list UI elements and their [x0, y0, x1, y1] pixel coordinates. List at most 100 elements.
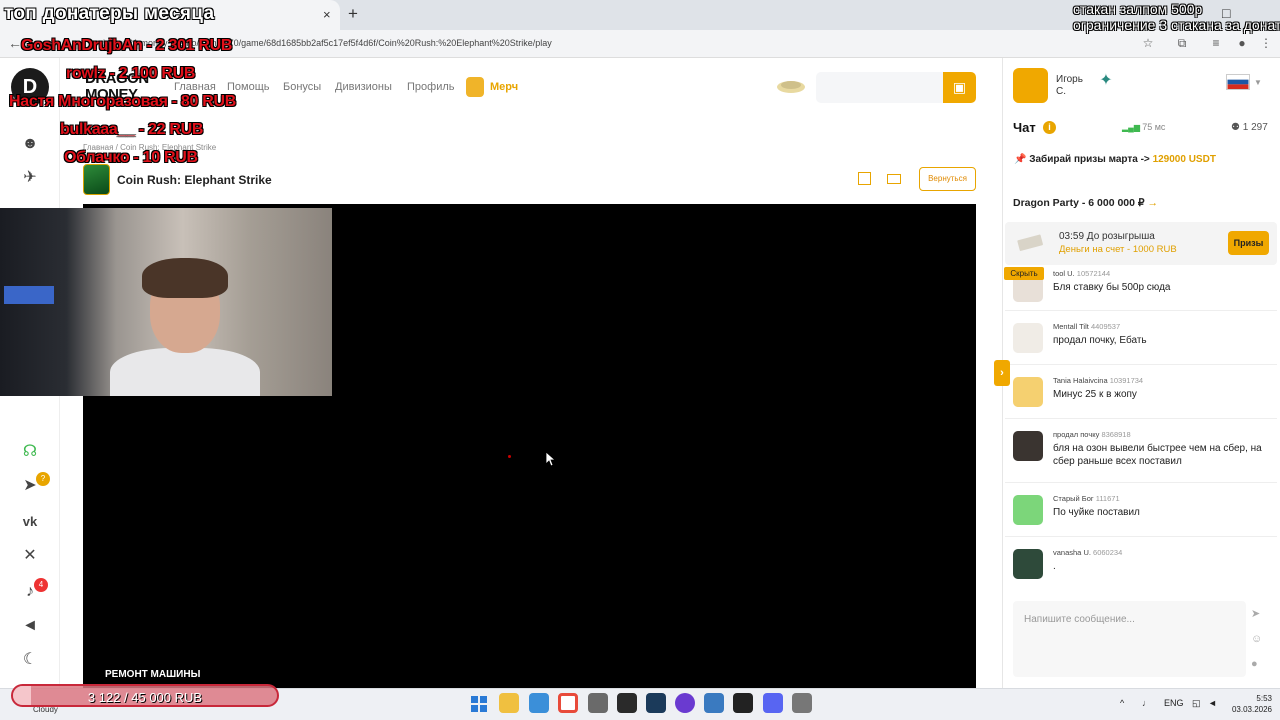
new-tab-button[interactable]: + — [348, 4, 358, 24]
tray-chevron-up-icon[interactable]: ^ — [1120, 698, 1124, 708]
game-app-icon[interactable] — [617, 693, 637, 713]
overlay-goal-bar: 3 122 / 45 000 RUB — [11, 684, 279, 707]
message-author[interactable]: tool U. 10572144 — [1053, 269, 1110, 278]
obs-icon[interactable] — [588, 693, 608, 713]
profile-icon[interactable]: ● — [1234, 35, 1250, 51]
message-author[interactable]: vanasha U. 6060234 — [1053, 548, 1122, 557]
vk-icon[interactable]: vk — [18, 510, 42, 534]
merch-icon[interactable] — [466, 77, 484, 97]
message-text: продал почку, Ебать — [1053, 335, 1147, 346]
message-avatar[interactable] — [1013, 377, 1043, 407]
rank-badge-icon: ✦ — [1099, 72, 1113, 89]
telegram-badge: ? — [36, 472, 50, 486]
tab-close-icon[interactable]: × — [323, 7, 331, 22]
emoji-icon[interactable]: ☺ — [1251, 633, 1262, 645]
mouse-cursor-icon — [546, 452, 556, 467]
steam-icon[interactable] — [646, 693, 666, 713]
settings-gear-icon[interactable] — [792, 693, 812, 713]
chevron-down-icon[interactable]: ▼ — [1254, 78, 1262, 87]
return-button[interactable]: Вернуться — [919, 167, 976, 191]
windows-start-icon[interactable] — [471, 696, 487, 712]
money-icon — [1017, 234, 1043, 251]
x-twitter-icon[interactable]: ✕ — [18, 544, 42, 568]
back-arrow-icon[interactable]: ← — [8, 35, 22, 51]
user-avatar[interactable] — [1013, 68, 1048, 103]
language-indicator[interactable]: ENG — [1164, 698, 1184, 708]
message-avatar[interactable] — [1013, 323, 1043, 353]
russia-flag-icon[interactable] — [1226, 74, 1250, 90]
wallet-button[interactable]: ▣ — [943, 72, 976, 103]
app-circle-icon[interactable] — [675, 693, 695, 713]
ping-indicator: ▂▄▆ 75 мс — [1122, 122, 1166, 132]
promo-banner[interactable]: 📌 Забирай призы марта -> 129000 USDT — [1014, 154, 1216, 165]
speaker-icon[interactable]: ◄ — [1208, 698, 1217, 708]
ticket-icon[interactable]: ✈ — [18, 166, 42, 190]
user-name[interactable]: Игорь С. — [1056, 74, 1083, 98]
online-count: ⚉ 1 297 — [1231, 122, 1268, 133]
chat-message-input[interactable]: Напишите сообщение... — [1013, 601, 1246, 677]
chat-message: vanasha U. 6060234 . — [1005, 537, 1277, 587]
chat-message-list[interactable]: tool U. 10572144 Бля ставку бы 500р сюда… — [1005, 266, 1277, 590]
message-avatar[interactable] — [1013, 431, 1043, 461]
webcam-person-hair — [142, 258, 228, 298]
message-avatar[interactable] — [1013, 495, 1043, 525]
file-explorer-icon[interactable] — [499, 693, 519, 713]
chevron-right-icon[interactable]: › — [994, 360, 1010, 386]
coins-icon — [777, 81, 805, 93]
notification-badge: 4 — [34, 578, 48, 592]
chat-message: Tania Halaivcina 10391734 Минус 25 к в ж… — [1005, 365, 1277, 419]
nav-help[interactable]: Помощь — [227, 81, 270, 93]
prizes-button[interactable]: Призы — [1228, 231, 1269, 255]
smile-icon[interactable]: ☻ — [18, 132, 42, 156]
game-thumbnail — [83, 164, 110, 195]
bookmark-star-icon[interactable]: ☆ — [1140, 35, 1156, 51]
overlay-top-donors-title: топ донатеры месяца — [4, 3, 215, 24]
system-clock[interactable]: 5:53 03.03.2026 — [1228, 693, 1272, 715]
discord-icon[interactable] — [763, 693, 783, 713]
game-title: Coin Rush: Elephant Strike — [117, 173, 272, 187]
balance-display[interactable] — [816, 72, 944, 103]
fullscreen-icon[interactable] — [858, 172, 871, 185]
info-icon[interactable]: i — [1043, 121, 1056, 134]
nav-divisions[interactable]: Дивизионы — [335, 81, 392, 93]
tab-search-icon[interactable]: ≡ — [1208, 35, 1224, 51]
message-author[interactable]: Mentall Tilt 4409537 — [1053, 322, 1120, 331]
webcam-person-body — [110, 348, 260, 396]
dragon-party-link[interactable]: Dragon Party - 6 000 000 ₽ → — [1013, 197, 1158, 209]
message-author[interactable]: Старый Бог 111671 — [1053, 494, 1120, 503]
overlay-donor: bulkaaa__ - 22 RUB — [60, 121, 204, 138]
overlay-rule-text: стакан залпом 500р ограничение 3 стакана… — [1073, 1, 1280, 33]
raffle-subtitle: Деньги на счет - 1000 RUB — [1059, 244, 1177, 255]
photos-icon[interactable] — [704, 693, 724, 713]
extensions-icon[interactable]: ⧉ — [1174, 35, 1190, 51]
message-text: Минус 25 к в жопу — [1053, 389, 1137, 400]
chrome-icon[interactable] — [558, 693, 578, 713]
microphone-icon[interactable]: ♩ — [1142, 698, 1151, 708]
message-text: . — [1053, 561, 1056, 572]
moon-icon[interactable]: ☾ — [18, 648, 42, 672]
network-icon[interactable]: ◱ — [1192, 698, 1201, 709]
overlay-donor: Настя Многоразовая - 80 RUB — [9, 93, 237, 110]
message-author[interactable]: продал почку 8368918 — [1053, 430, 1131, 439]
message-avatar[interactable] — [1013, 549, 1043, 579]
support-headset-icon[interactable]: ☊ — [18, 440, 42, 464]
app-h-icon[interactable] — [733, 693, 753, 713]
send-icon[interactable]: ➤ — [1251, 607, 1260, 620]
webcam-monitor — [4, 286, 54, 304]
overlay-goal-label: РЕМОНТ МАШИНЫ — [105, 669, 201, 680]
message-text: По чуйке поставил — [1053, 507, 1140, 518]
volume-icon[interactable]: ◄ — [18, 614, 42, 638]
hide-chat-button[interactable]: Скрыть — [1004, 267, 1044, 280]
nav-bonuses[interactable]: Бонусы — [283, 81, 321, 93]
nav-merch[interactable]: Мерч — [490, 81, 518, 93]
menu-dots-icon[interactable]: ⋮ — [1258, 35, 1274, 51]
game-dot — [508, 455, 511, 458]
chat-message: Mentall Tilt 4409537 продал почку, Ебать — [1005, 311, 1277, 365]
theater-mode-icon[interactable] — [887, 174, 901, 184]
overlay-donor: rowlz - 2 100 RUB — [66, 65, 196, 82]
telegram-app-icon[interactable] — [529, 693, 549, 713]
droplet-icon[interactable]: ● — [1251, 658, 1258, 670]
message-author[interactable]: Tania Halaivcina 10391734 — [1053, 376, 1143, 385]
nav-profile[interactable]: Профиль — [407, 81, 455, 93]
overlay-donor: GoshAnDrujbAn - 2 301 RUB — [21, 37, 233, 54]
